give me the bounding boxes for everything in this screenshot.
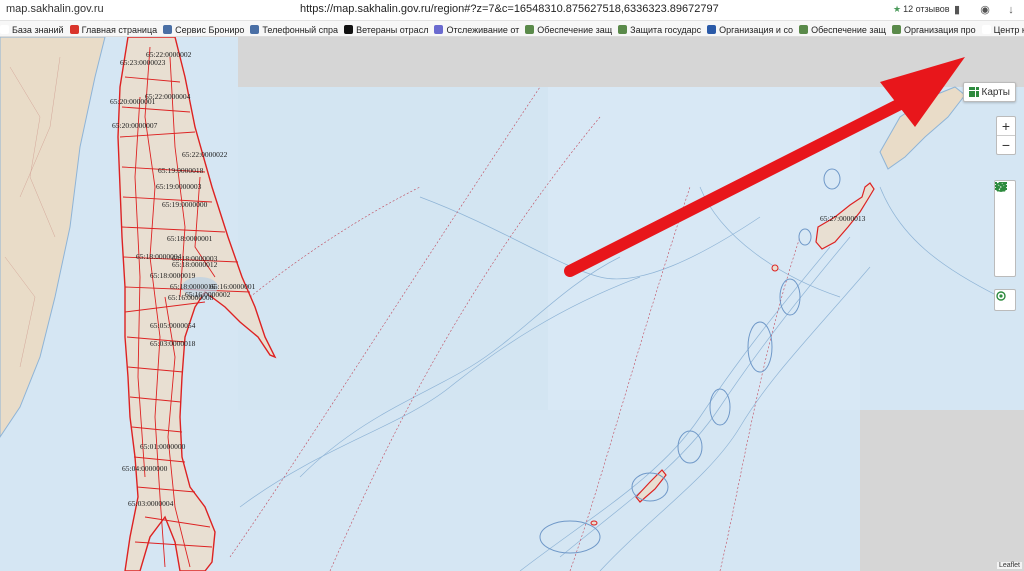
maps-layer-button[interactable]: Карты (962, 82, 1016, 102)
map-tools (994, 180, 1016, 277)
measure-tool[interactable] (995, 182, 1015, 238)
favicon-icon (618, 25, 628, 34)
favicon-icon (981, 25, 991, 34)
ocean-tile (548, 87, 860, 410)
bookmark-label: Центр комплексн (993, 24, 1024, 35)
legend-tool[interactable] (995, 182, 1015, 219)
map-attribution[interactable]: Leaflet (996, 562, 1022, 569)
bookmarks-bar: База знаний Главная страница Сервис Бронир… (0, 21, 1024, 37)
bookmark-item[interactable]: Организация и со (707, 22, 794, 36)
map-view[interactable]: 65:22:0000002 65:23:0000023 65:22:0000004 6… (0, 37, 1024, 571)
favicon-icon (799, 25, 809, 34)
unloaded-tile (860, 410, 1024, 571)
parcel-label: 65:04:0000000 (122, 464, 168, 473)
bookmark-label: Защита государс (630, 24, 702, 35)
zoom-out-button[interactable]: − (997, 136, 1015, 154)
parcel-label: 65:20:0000001 (110, 97, 156, 106)
parcel-label: 65:20:0000007 (112, 121, 158, 130)
download-icon[interactable]: ↓ (1004, 3, 1018, 17)
small-island[interactable] (771, 264, 779, 272)
maps-label: Карты (981, 86, 1011, 98)
bookmark-item[interactable]: Обеспечение защ (799, 22, 886, 36)
parcel-label: 65:03:0000004 (128, 499, 174, 508)
favicon-icon (163, 25, 173, 34)
target-icon (996, 291, 1006, 301)
bookmark-label: Обеспечение защ (537, 24, 613, 35)
bookmark-label: Сервис Брониро (175, 24, 245, 35)
bookmark-label: База знаний (12, 24, 64, 35)
bookmark-label: Отслеживание от (446, 24, 520, 35)
bookmark-item[interactable]: Обеспечение защ (525, 22, 613, 36)
favicon-icon (891, 25, 901, 34)
locate-button[interactable] (994, 289, 1016, 311)
bookmark-label: Обеспечение защ (811, 24, 886, 35)
bookmark-item[interactable]: Телефонный спра (250, 22, 339, 36)
favicon-icon (0, 25, 9, 34)
bookmark-label: Телефонный спра (262, 24, 339, 35)
parcel-label: 65:22:0000022 (182, 150, 228, 159)
parcel-label: 65:01:0000000 (140, 442, 186, 451)
bookmark-item[interactable]: Центр комплексн (981, 22, 1024, 36)
extension-icon[interactable]: ◉ (978, 3, 992, 17)
share-tool[interactable] (995, 182, 1015, 276)
map-canvas[interactable]: 65:22:000000265:23:000002365:22:00000046… (0, 37, 1024, 571)
browser-address-bar: map.sakhalin.gov.ru https://map.sakhalin… (0, 0, 1024, 21)
parcel-label: 65:03:0000018 (150, 339, 196, 348)
bookmark-item[interactable]: Ветераны отрасл (344, 22, 429, 36)
bookmark-label: Организация про (903, 24, 976, 35)
parcel-label: 65:19:0000018 (158, 166, 204, 175)
star-icon: ★ (893, 4, 902, 14)
parcel-label: 65:19:0000000 (162, 200, 208, 209)
bookmark-label: Организация и со (719, 24, 794, 35)
parcel-label: 65:16:0000008 (168, 293, 214, 302)
parcel-label: 65:05:0000054 (150, 321, 196, 330)
parcel-label: 65:27:0000013 (820, 214, 866, 223)
parcel-label: 65:18:0000012 (172, 260, 218, 269)
ocean-tile (238, 87, 548, 410)
favicon-icon (434, 25, 444, 34)
parcel-label: 65:23:0000023 (120, 58, 166, 67)
favicon-icon (525, 25, 535, 34)
parcel-label: 65:18:0000001 (167, 234, 213, 243)
zoom-in-button[interactable]: + (997, 117, 1015, 136)
bookmark-item[interactable]: Сервис Брониро (163, 22, 245, 36)
favicon-icon (707, 25, 717, 34)
share-icon (996, 182, 1006, 192)
favicon-icon (69, 25, 79, 34)
bookmark-item[interactable]: Отслеживание от (434, 22, 520, 36)
bookmark-item[interactable]: Главная страница (69, 22, 158, 36)
zoom-control: + − (996, 116, 1016, 155)
parcel-label: 65:19:0000003 (156, 182, 202, 191)
bookmark-label: Главная страница (81, 24, 158, 35)
bookmark-icon[interactable]: ▮ (950, 3, 964, 17)
reviews-badge[interactable]: ★ 12 отзывов (893, 4, 950, 15)
favicon-icon (250, 25, 260, 34)
bookmark-label: Ветераны отрасл (356, 24, 429, 35)
globe-tool[interactable] (995, 182, 1015, 257)
bookmark-item[interactable]: Защита государс (618, 22, 702, 36)
favicon-icon (344, 25, 354, 34)
parcel-label: 65:18:0000019 (150, 271, 196, 280)
small-island[interactable] (590, 520, 598, 526)
grid-icon (968, 87, 979, 97)
site-name[interactable]: map.sakhalin.gov.ru (6, 3, 104, 15)
url-field[interactable]: https://map.sakhalin.gov.ru/region#?z=7&… (300, 3, 719, 15)
reviews-count: 12 отзывов (903, 4, 950, 14)
bookmark-item[interactable]: Организация про (891, 22, 976, 36)
bookmark-item[interactable]: База знаний (0, 22, 64, 36)
